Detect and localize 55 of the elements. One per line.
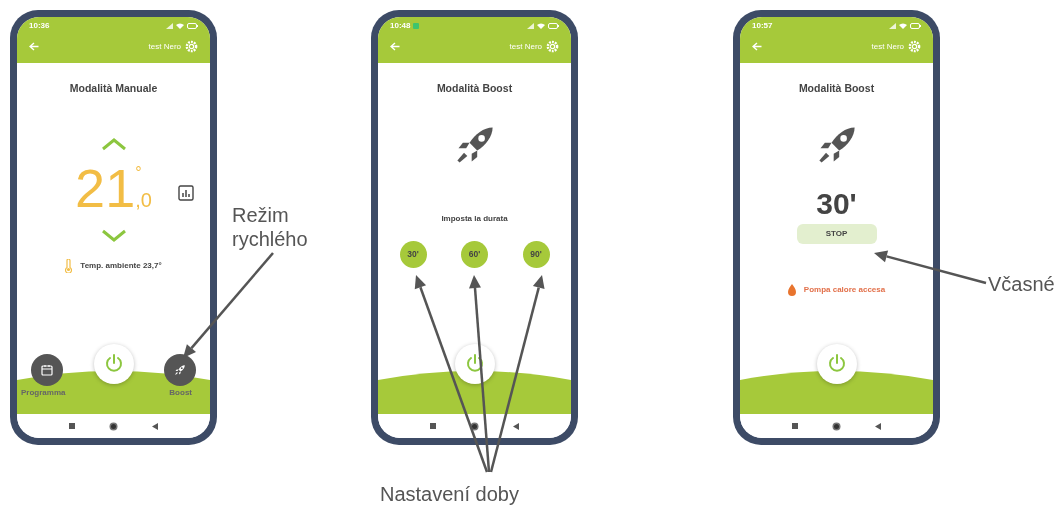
back-icon[interactable]	[513, 422, 519, 430]
signal-icon	[527, 23, 534, 29]
duration-button[interactable]: 30'	[399, 240, 427, 268]
boost-label: Boost	[169, 387, 192, 399]
mode-title: Modalità Boost	[436, 81, 513, 96]
signal-icon	[166, 23, 173, 29]
wifi-icon	[176, 23, 184, 29]
duration-button[interactable]: 60'	[461, 240, 488, 268]
annotation-label: Režim rychlého	[232, 203, 309, 251]
duration-prompt: Imposta la durata	[441, 212, 508, 225]
heat-pump-status: Pompa calore accesa	[803, 283, 886, 296]
boost-button[interactable]	[164, 354, 196, 386]
home-icon[interactable]	[470, 421, 479, 431]
mode-title: Modalità Manuale	[69, 81, 158, 96]
thermometer-icon	[65, 258, 73, 273]
device-name: test Nero	[148, 40, 181, 53]
settings-icon[interactable]	[185, 40, 198, 53]
home-icon[interactable]	[109, 421, 118, 431]
setpoint-value: 21	[75, 160, 136, 215]
schedule-label: Programma	[21, 387, 66, 399]
rocket-icon	[174, 364, 186, 376]
wifi-icon	[899, 23, 907, 29]
remaining-time: 30'	[816, 186, 857, 220]
home-icon[interactable]	[832, 421, 841, 431]
schedule-button[interactable]	[31, 354, 63, 386]
back-icon[interactable]	[875, 422, 881, 430]
status-time: 10:48	[390, 20, 411, 32]
device-name: test Nero	[871, 40, 904, 53]
battery-icon	[910, 23, 921, 29]
calendar-icon	[41, 364, 53, 376]
bar-chart-icon[interactable]	[178, 184, 194, 201]
back-arrow-icon[interactable]	[29, 42, 39, 51]
annotation-label: Nastavení doby	[380, 482, 519, 506]
signal-icon	[889, 23, 896, 29]
degree-symbol: °	[135, 162, 142, 183]
chevron-down-icon[interactable]	[100, 228, 127, 243]
settings-icon[interactable]	[546, 40, 559, 53]
back-arrow-icon[interactable]	[752, 42, 762, 51]
duration-button[interactable]: 90'	[522, 240, 550, 268]
back-icon[interactable]	[152, 422, 158, 430]
flame-icon	[787, 283, 796, 296]
chevron-up-icon[interactable]	[100, 136, 127, 151]
ambient-temperature: Temp. ambiente 23,7°	[80, 259, 162, 272]
stop-button[interactable]: STOP	[796, 223, 877, 244]
status-time: 10:57	[752, 20, 773, 32]
back-arrow-icon[interactable]	[390, 42, 400, 51]
annotation-label: Včasné	[988, 272, 1055, 296]
mode-title: Modalità Boost	[798, 81, 875, 96]
wifi-icon	[537, 23, 545, 29]
battery-icon	[548, 23, 559, 29]
battery-icon	[187, 23, 198, 29]
status-time: 10:36	[29, 20, 50, 32]
settings-icon[interactable]	[908, 40, 921, 53]
device-name: test Nero	[509, 40, 542, 53]
setpoint-decimal: ,0	[135, 187, 152, 213]
